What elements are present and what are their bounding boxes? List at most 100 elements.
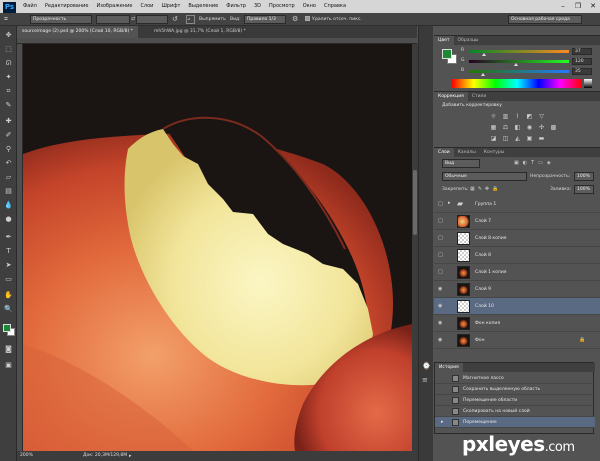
fg-color-chip[interactable] — [442, 49, 452, 59]
screen-mode-icon[interactable]: ▣ — [3, 360, 14, 370]
menu-window[interactable]: Окно — [299, 0, 320, 13]
minimize-button[interactable]: – — [556, 0, 570, 13]
visibility-toggle[interactable]: □ — [438, 201, 444, 207]
menu-filter[interactable]: Фильтр — [222, 0, 250, 13]
eye-icon[interactable]: ◉ — [438, 337, 444, 343]
tab-paths[interactable]: Контуры — [480, 148, 509, 157]
shape-tool-icon[interactable]: ▭ — [3, 274, 14, 284]
history-brush-source-icon[interactable]: ▸ — [441, 417, 444, 428]
history-item-selected[interactable]: ▸ Перемещение — [435, 417, 595, 428]
history-panel-title[interactable]: История — [435, 363, 463, 372]
menu-select[interactable]: Выделение — [184, 0, 222, 13]
color-balance-icon[interactable]: ⚖ — [501, 124, 510, 132]
history-brush-icon[interactable]: ↶ — [3, 158, 14, 168]
tab-mh5hwa[interactable]: mh5hWA.jpg @ 31,7% (Слой 1, RGB/8) * — [149, 26, 251, 38]
tab-color[interactable]: Цвет — [434, 36, 454, 45]
document-canvas[interactable] — [23, 44, 412, 451]
gradient-map-icon[interactable]: ▬ — [537, 135, 546, 143]
fill-input[interactable]: 100% — [574, 185, 594, 194]
zoom-tool-icon[interactable]: 🔍 — [3, 304, 14, 314]
photo-filter-icon[interactable]: ◉ — [525, 124, 534, 132]
lasso-tool-icon[interactable]: ᘏ — [3, 58, 14, 68]
hand-tool-icon[interactable]: ✋ — [3, 290, 14, 300]
visibility-toggle[interactable]: □ — [438, 235, 444, 241]
clone-stamp-icon[interactable]: ⚲ — [3, 144, 14, 154]
posterize-icon[interactable]: ◫ — [501, 135, 510, 143]
grayscale-ramp[interactable] — [584, 79, 592, 88]
eyedropper-icon[interactable]: ✎ — [3, 100, 14, 110]
straighten-icon[interactable]: ⊿ — [186, 15, 195, 24]
brightness-icon[interactable]: ☼ — [489, 113, 498, 121]
zoom-level[interactable]: 200% — [20, 451, 33, 461]
properties-panel-icon[interactable]: ≡ — [422, 376, 431, 385]
pen-tool-icon[interactable]: ✒ — [3, 232, 14, 242]
visibility-toggle[interactable]: □ — [438, 269, 444, 275]
history-item[interactable]: Перемещение области — [435, 395, 595, 406]
menu-image[interactable]: Изображение — [92, 0, 136, 13]
delete-cropped-checkbox[interactable]: Удалить отсеч. пикс. — [305, 13, 362, 26]
green-slider-marker[interactable] — [514, 63, 518, 66]
hue-saturation-icon[interactable]: ▦ — [489, 124, 498, 132]
tab-layers[interactable]: Слои — [434, 148, 454, 157]
layer-row-selected[interactable]: ◉ Слой 10 — [434, 298, 600, 315]
tab-sourceimage[interactable]: sourceimage (2).psd @ 200% (Слой 10, RGB… — [17, 26, 138, 38]
type-tool-icon[interactable]: T — [3, 246, 14, 256]
close-button[interactable]: ✕ — [586, 0, 600, 13]
layer-row[interactable]: ◉ Слой 9 — [434, 281, 600, 298]
history-panel-icon[interactable]: ⌚ — [422, 362, 431, 371]
vibrance-icon[interactable]: ▽ — [537, 113, 546, 121]
visibility-toggle[interactable]: □ — [438, 218, 444, 224]
path-selection-icon[interactable]: ➤ — [3, 260, 14, 270]
magic-wand-icon[interactable]: ✦ — [3, 72, 14, 82]
tab-styles[interactable]: Стили — [468, 92, 491, 101]
foreground-color-swatch[interactable] — [3, 324, 11, 332]
swap-icon[interactable]: ⇄ — [131, 16, 135, 22]
straighten-label[interactable]: Выпрямить — [199, 13, 226, 26]
visibility-toggle[interactable]: □ — [438, 252, 444, 258]
tab-channels[interactable]: Каналы — [454, 148, 480, 157]
layer-row[interactable]: □ ▸ ▰ Группа 1 — [434, 196, 600, 213]
height-field[interactable] — [136, 15, 168, 24]
healing-brush-icon[interactable]: ✚ — [3, 116, 14, 126]
blue-slider-marker[interactable] — [481, 73, 485, 76]
expand-icon[interactable]: ▸ — [448, 200, 451, 206]
menu-layers[interactable]: Слои — [136, 0, 157, 13]
layer-row[interactable]: □ Слой 1 копия — [434, 264, 600, 281]
color-lookup-icon[interactable]: ▩ — [549, 124, 558, 132]
reset-icon[interactable]: ↺ — [172, 15, 178, 23]
threshold-icon[interactable]: ◭ — [513, 135, 522, 143]
layer-row[interactable]: □ Слой 8 копия — [434, 230, 600, 247]
blend-mode-select[interactable]: Обычные — [442, 172, 527, 181]
curves-icon[interactable]: ⌇ — [513, 113, 522, 121]
layer-row[interactable]: □ Слой 7 — [434, 213, 600, 230]
scrollbar-thumb[interactable] — [413, 170, 417, 235]
layer-row[interactable]: ◉ Фон 🔒 — [434, 332, 600, 349]
status-arrow-icon[interactable]: ▸ — [129, 451, 132, 461]
exposure-icon[interactable]: ◩ — [525, 113, 534, 121]
green-slider[interactable] — [469, 60, 569, 63]
menu-3d[interactable]: 3D — [250, 0, 265, 13]
history-item[interactable]: Скопировать на новый слой — [435, 406, 595, 417]
blur-tool-icon[interactable]: 💧 — [3, 200, 14, 210]
tab-adjustments[interactable]: Коррекция — [434, 92, 468, 101]
levels-icon[interactable]: ▥ — [501, 113, 510, 121]
layer-row[interactable]: □ Слой 8 — [434, 247, 600, 264]
history-item[interactable]: Магнитное лассо — [435, 373, 595, 384]
gear-icon[interactable]: ⚙ — [292, 15, 298, 23]
width-field[interactable] — [96, 15, 130, 24]
eraser-icon[interactable]: ▱ — [3, 172, 14, 182]
gradient-tool-icon[interactable]: ▤ — [3, 186, 14, 196]
move-tool-icon[interactable]: ✥ — [3, 30, 14, 40]
selective-color-icon[interactable]: ▣ — [525, 135, 534, 143]
color-spectrum-bar[interactable] — [452, 79, 582, 88]
menu-type[interactable]: Шрифт — [157, 0, 184, 13]
red-value[interactable]: 37 — [572, 48, 592, 55]
invert-icon[interactable]: ◪ — [489, 135, 498, 143]
overlay-select[interactable]: Правило 1/3 — [244, 15, 286, 24]
menu-file[interactable]: Файл — [19, 0, 41, 13]
green-value[interactable]: 120 — [572, 58, 592, 65]
restore-button[interactable]: ❐ — [571, 0, 585, 13]
quick-mask-icon[interactable]: ◙ — [3, 344, 14, 354]
crop-mode-select[interactable]: Прозрачность — [30, 15, 92, 24]
blue-value[interactable]: 35 — [572, 68, 592, 75]
